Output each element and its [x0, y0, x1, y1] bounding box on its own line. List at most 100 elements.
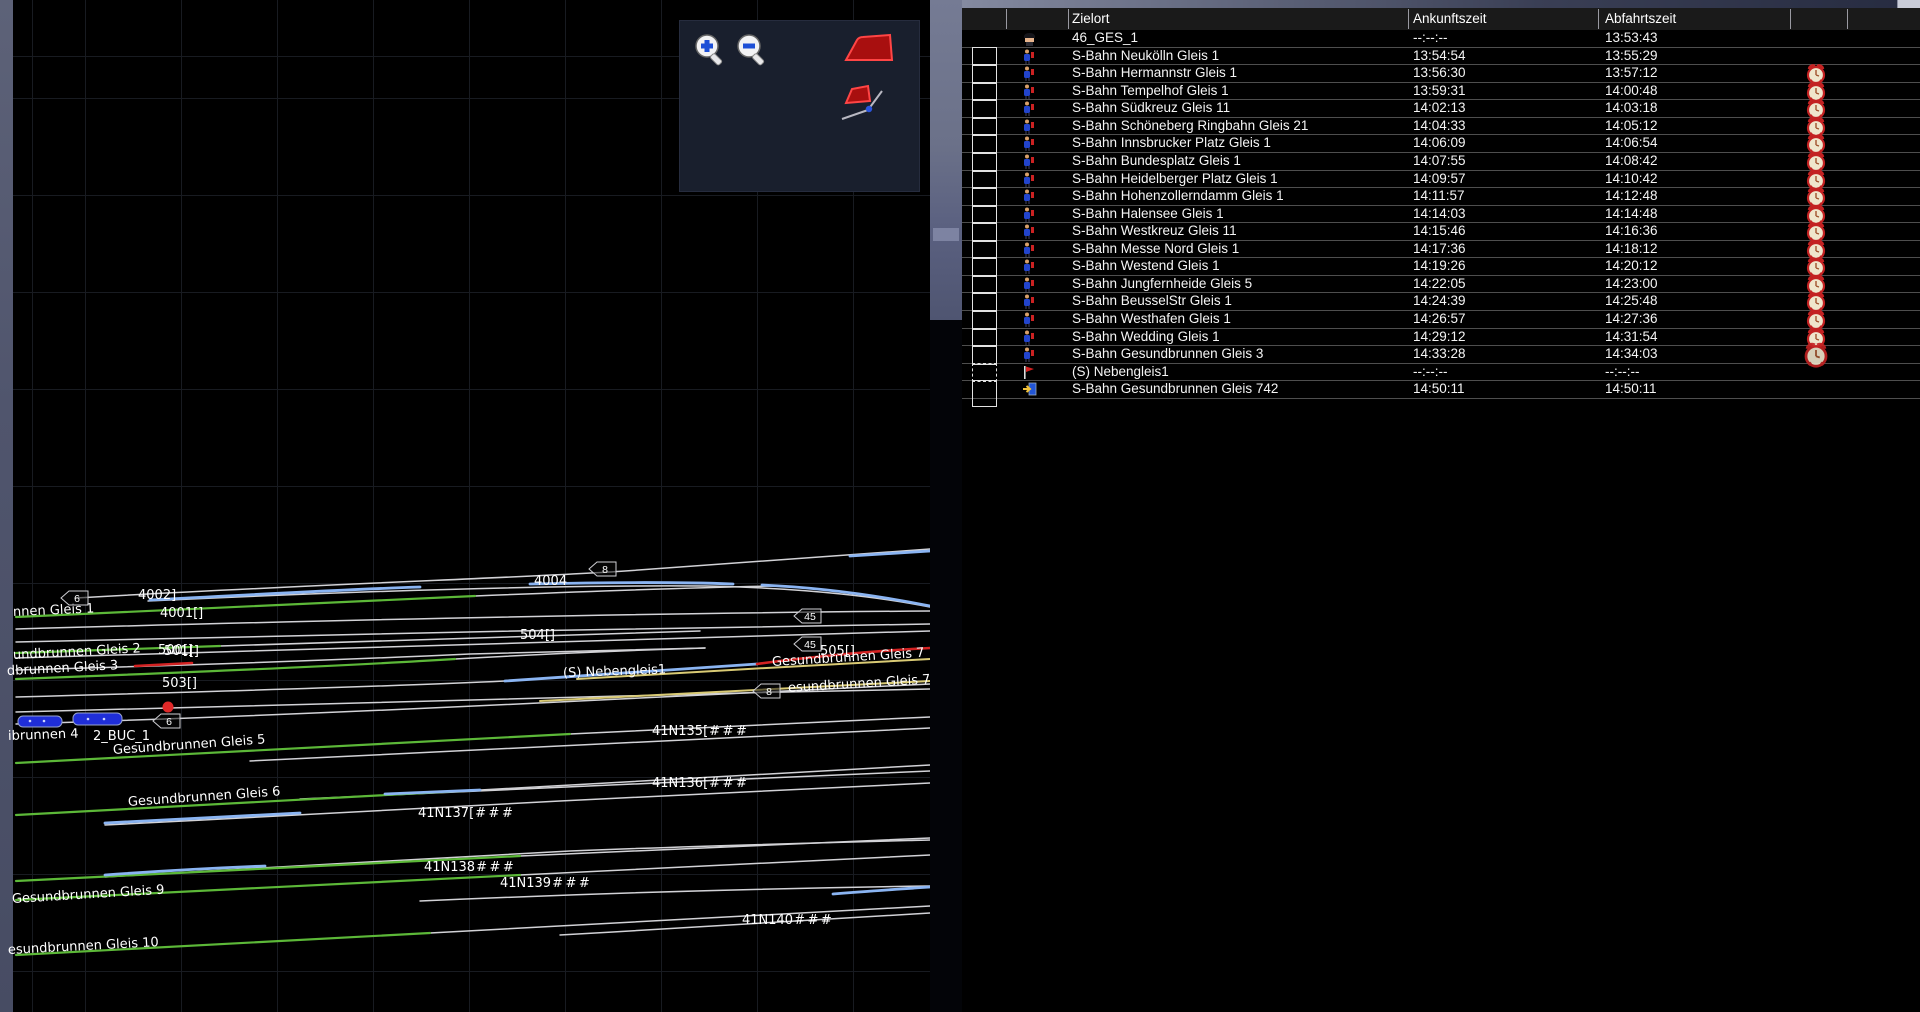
- zielort-cell: S-Bahn Südkreuz Gleis 11: [1072, 100, 1230, 117]
- zielort-cell: S-Bahn Jungfernheide Gleis 5: [1072, 276, 1252, 293]
- signal-tag[interactable]: 8: [752, 682, 782, 700]
- abfahrtszeit-cell: 14:05:12: [1605, 118, 1658, 135]
- abfahrtszeit-cell: 14:27:36: [1605, 311, 1658, 328]
- column-separator: [1790, 9, 1791, 29]
- signal-tag[interactable]: 45: [793, 607, 823, 625]
- zoom-in-icon[interactable]: [692, 31, 730, 74]
- signal-label: 503[]: [162, 676, 197, 691]
- track-id-label: 41N137[###: [418, 806, 515, 821]
- column-header-abfahrtszeit[interactable]: Abfahrtszeit: [1605, 11, 1676, 26]
- abfahrtszeit-cell: 13:57:12: [1605, 65, 1658, 82]
- table-row[interactable]: S-Bahn Jungfernheide Gleis 5 14:22:05 14:2…: [962, 276, 1920, 294]
- column-header-zielort[interactable]: Zielort: [1072, 11, 1110, 26]
- zielort-cell: S-Bahn Westend Gleis 1: [1072, 258, 1220, 275]
- timetable-panel: Zielort Ankunftszeit Abfahrtszeit 46_GES…: [962, 0, 1920, 1012]
- zielort-cell: S-Bahn Westhafen Gleis 1: [1072, 311, 1231, 328]
- table-row[interactable]: S-Bahn Gesundbrunnen Gleis 74214:50:1114…: [962, 381, 1920, 399]
- passenger-icon: [1022, 277, 1038, 292]
- column-separator: [1068, 9, 1069, 29]
- ankunftszeit-cell: 14:33:28: [1413, 346, 1466, 363]
- abfahrtszeit-cell: 14:34:03: [1605, 346, 1658, 363]
- track-id-label: 41N138###: [424, 860, 516, 875]
- red-train-small-icon[interactable]: [840, 79, 900, 134]
- passenger-icon: [1022, 154, 1038, 169]
- red-train-large-icon[interactable]: [843, 33, 897, 70]
- svg-text:45: 45: [804, 611, 816, 623]
- abfahrtszeit-cell: --:--:--: [1605, 364, 1639, 381]
- table-row[interactable]: S-Bahn BeusselStr Gleis 114:24:3914:25:4…: [962, 293, 1920, 311]
- alarm-clock-icon: [1802, 341, 1830, 369]
- svg-text:8: 8: [766, 686, 772, 698]
- table-header: Zielort Ankunftszeit Abfahrtszeit: [962, 8, 1920, 30]
- track-diagram-canvas[interactable]: 4002] 4001[] 4004 504[] 500[] 501[] 503[…: [13, 0, 930, 1012]
- splitter-grip[interactable]: [933, 228, 959, 241]
- row-checkbox[interactable]: [972, 380, 997, 407]
- ankunftszeit-cell: 14:14:03: [1413, 206, 1466, 223]
- table-row[interactable]: S-Bahn Wedding Gleis 114:29:1214:31:54: [962, 329, 1920, 347]
- signal-tag[interactable]: 8: [588, 560, 618, 578]
- table-row[interactable]: S-Bahn Südkreuz Gleis 1114:02:1314:03:18: [962, 100, 1920, 118]
- table-row[interactable]: S-Bahn Neukölln Gleis 113:54:5413:55:29: [962, 48, 1920, 66]
- driver-icon: [1022, 31, 1038, 46]
- table-row[interactable]: S-Bahn Hermannstr Gleis 113:56:3013:57:1…: [962, 65, 1920, 83]
- abfahrtszeit-cell: 14:25:48: [1605, 293, 1658, 310]
- panel-top-strip: [962, 0, 1920, 8]
- passenger-icon: [1022, 224, 1038, 239]
- signal-tag[interactable]: 45: [793, 635, 823, 653]
- train-2-buc-1[interactable]: [18, 713, 122, 727]
- table-row[interactable]: S-Bahn Westhafen Gleis 114:26:5714:27:36: [962, 311, 1920, 329]
- ankunftszeit-cell: 14:22:05: [1413, 276, 1466, 293]
- table-row[interactable]: S-Bahn Westend Gleis 114:19:2614:20:12: [962, 258, 1920, 276]
- table-row[interactable]: S-Bahn Tempelhof Gleis 113:59:3114:00:48: [962, 83, 1920, 101]
- zielort-cell: S-Bahn Westkreuz Gleis 11: [1072, 223, 1237, 240]
- zielort-cell: S-Bahn Hohenzollerndamm Gleis 1: [1072, 188, 1284, 205]
- ankunftszeit-cell: 14:19:26: [1413, 258, 1466, 275]
- table-row[interactable]: (S) Nebengleis1--:--:----:--:--: [962, 364, 1920, 382]
- ankunftszeit-cell: 14:29:12: [1413, 329, 1466, 346]
- abfahrtszeit-cell: 14:12:48: [1605, 188, 1658, 205]
- column-separator: [1847, 9, 1848, 29]
- ankunftszeit-cell: 13:54:54: [1413, 48, 1466, 65]
- signal-tag[interactable]: 6: [60, 589, 90, 607]
- track-id-label: 41N139###: [500, 876, 592, 891]
- zielort-cell: S-Bahn Tempelhof Gleis 1: [1072, 83, 1229, 100]
- abfahrtszeit-cell: 14:50:11: [1605, 381, 1657, 398]
- signal-label: 4001[]: [160, 606, 203, 621]
- passenger-icon: [1022, 136, 1038, 151]
- passenger-icon: [1022, 294, 1038, 309]
- table-row[interactable]: S-Bahn Bundesplatz Gleis 114:07:5514:08:…: [962, 153, 1920, 171]
- ankunftszeit-cell: 14:09:57: [1413, 171, 1466, 188]
- svg-text:8: 8: [602, 564, 608, 576]
- abfahrtszeit-cell: 14:31:54: [1605, 329, 1658, 346]
- abfahrtszeit-cell: 14:16:36: [1605, 223, 1658, 240]
- zoom-out-icon[interactable]: [734, 31, 772, 74]
- table-row[interactable]: S-Bahn Messe Nord Gleis 114:17:3614:18:1…: [962, 241, 1920, 259]
- table-row[interactable]: S-Bahn Schöneberg Ringbahn Gleis 2114:04…: [962, 118, 1920, 136]
- table-row[interactable]: S-Bahn Innsbrucker Platz Gleis 114:06:09…: [962, 135, 1920, 153]
- table-row[interactable]: S-Bahn Heidelberger Platz Gleis 114:09:5…: [962, 171, 1920, 189]
- table-row[interactable]: S-Bahn Hohenzollerndamm Gleis 1 14:11:57 1…: [962, 188, 1920, 206]
- table-rows: 46_GES_1--:--:--13:53:43S-Bahn Neukölln …: [962, 30, 1920, 399]
- abfahrtszeit-cell: 14:08:42: [1605, 153, 1658, 170]
- occupied-marker: [163, 702, 174, 713]
- column-header-ankunftszeit[interactable]: Ankunftszeit: [1413, 11, 1487, 26]
- table-row[interactable]: S-Bahn Westkreuz Gleis 1114:15:4614:16:3…: [962, 223, 1920, 241]
- table-row[interactable]: S-Bahn Halensee Gleis 114:14:0314:14:48: [962, 206, 1920, 224]
- ankunftszeit-cell: 14:07:55: [1413, 153, 1466, 170]
- abfahrtszeit-cell: 13:53:43: [1605, 30, 1658, 47]
- ankunftszeit-cell: --:--:--: [1413, 364, 1447, 381]
- table-row[interactable]: S-Bahn Gesundbrunnen Gleis 314:33:2814:3…: [962, 346, 1920, 364]
- passenger-icon: [1022, 207, 1038, 222]
- ankunftszeit-cell: 14:17:36: [1413, 241, 1466, 258]
- zielort-cell: S-Bahn BeusselStr Gleis 1: [1072, 293, 1232, 310]
- ankunftszeit-cell: 14:11:57: [1413, 188, 1465, 205]
- svg-text:45: 45: [804, 639, 816, 651]
- abfahrtszeit-cell: 14:23:00: [1605, 276, 1658, 293]
- abfahrtszeit-cell: 14:00:48: [1605, 83, 1658, 100]
- panel-splitter[interactable]: [930, 0, 962, 320]
- abfahrtszeit-cell: 14:18:12: [1605, 241, 1658, 258]
- abfahrtszeit-cell: 14:06:54: [1605, 135, 1658, 152]
- signal-tag[interactable]: 6: [152, 712, 182, 730]
- column-separator: [1408, 9, 1409, 29]
- table-row[interactable]: 46_GES_1--:--:--13:53:43: [962, 30, 1920, 48]
